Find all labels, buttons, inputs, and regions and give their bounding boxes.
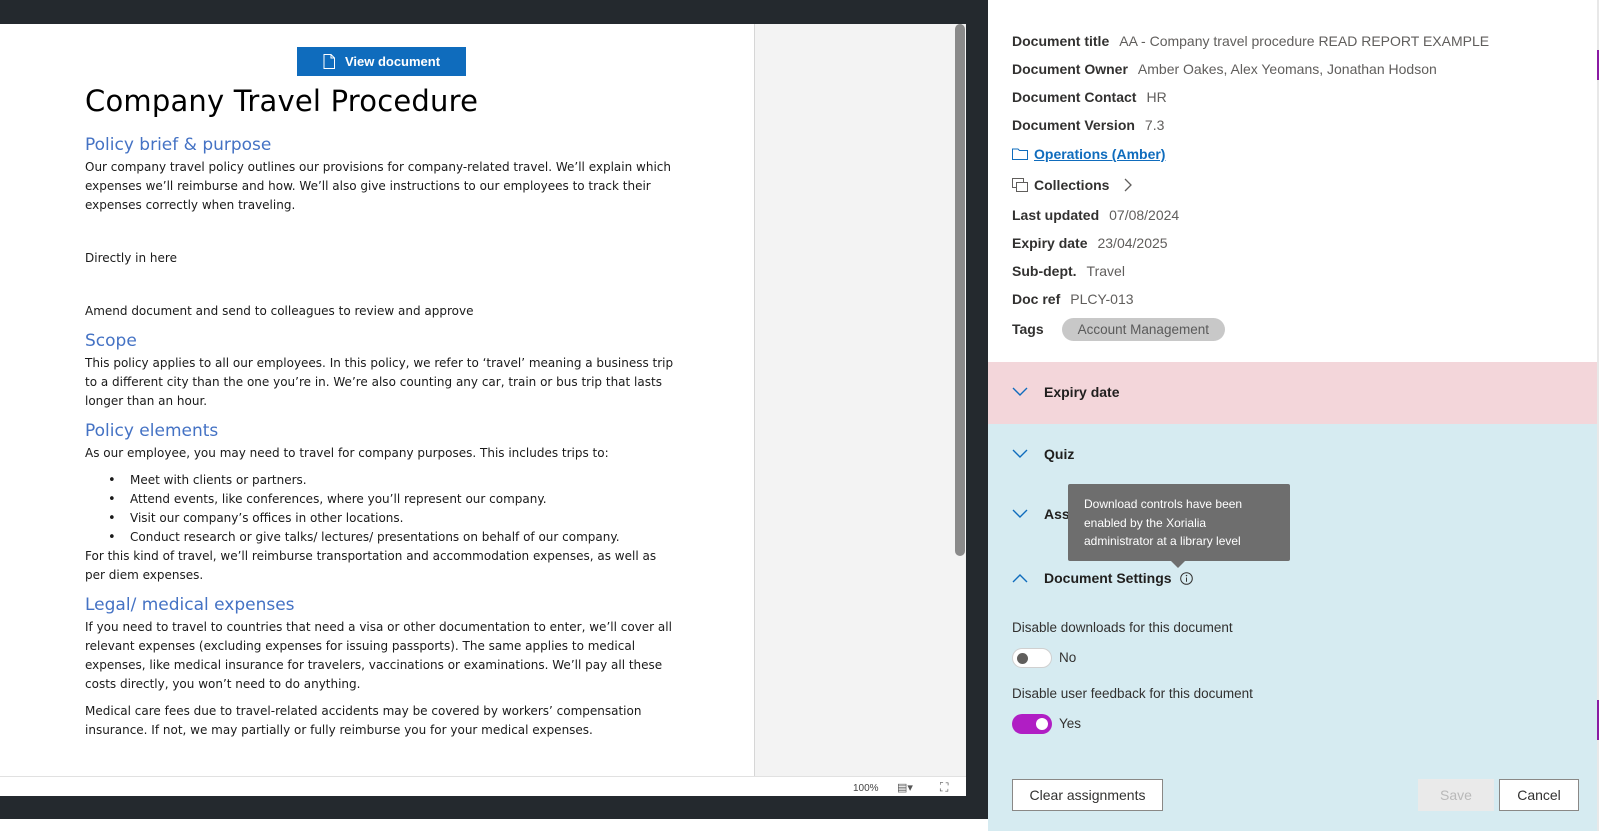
meta-value: Travel — [1086, 263, 1125, 279]
viewer-frame-edge — [966, 24, 988, 796]
list-item: Attend events, like conferences, where y… — [108, 490, 675, 509]
tag-pill[interactable]: Account Management — [1061, 317, 1225, 341]
meta-row-title: Document title AA - Company travel proce… — [1012, 27, 1572, 55]
chevron-down-icon — [1012, 387, 1028, 396]
viewer-top-bar — [0, 0, 988, 24]
toggle-knob — [1036, 718, 1048, 730]
meta-row-contact: Document Contact HR — [1012, 83, 1572, 111]
paragraph-reimburse: For this kind of travel, we’ll reimburse… — [85, 549, 657, 582]
meta-row-subdept: Sub-dept. Travel — [1012, 257, 1572, 285]
folder-icon — [1012, 148, 1028, 160]
quiz-accordion-header[interactable]: Quiz — [1012, 446, 1074, 462]
download-controls-tooltip: Download controls have been enabled by t… — [1068, 484, 1290, 561]
disable-feedback-value: Yes — [1059, 716, 1082, 731]
heading-policy-brief: Policy brief & purpose — [85, 135, 272, 155]
paragraph-legal: If you need to travel to countries that … — [85, 620, 672, 691]
disable-downloads-label: Disable downloads for this document — [1012, 620, 1233, 635]
document-settings-accordion-label: Document Settings — [1044, 570, 1172, 586]
bullet-list: Meet with clients or partners. Attend ev… — [108, 471, 675, 547]
meta-value: PLCY-013 — [1070, 291, 1134, 307]
toggle-knob — [1017, 653, 1028, 664]
disable-downloads-value: No — [1059, 650, 1077, 665]
meta-row-updated: Last updated 07/08/2024 — [1012, 201, 1572, 229]
heading-scope: Scope — [85, 331, 137, 351]
meta-key: Tags — [1012, 321, 1044, 337]
view-document-label: View document — [344, 54, 441, 69]
paragraph-policy-brief: Our company travel policy outlines our p… — [85, 160, 671, 212]
meta-value: AA - Company travel procedure READ REPOR… — [1119, 33, 1490, 49]
viewer-scrollbar-thumb[interactable] — [955, 24, 965, 556]
meta-key: Document Version — [1012, 117, 1135, 133]
meta-key: Last updated — [1012, 207, 1100, 223]
metadata-list: Document title AA - Company travel proce… — [1012, 27, 1572, 345]
viewer-status-bar: 100% ▤▾ ⛶ — [0, 776, 966, 796]
chevron-down-icon — [1012, 449, 1028, 458]
folder-link-row: Operations (Amber) — [1012, 139, 1572, 169]
collections-row[interactable]: Collections — [1012, 169, 1572, 201]
meta-value: 07/08/2024 — [1109, 207, 1180, 223]
paragraph-scope: This policy applies to all our employees… — [85, 356, 674, 408]
meta-row-owner: Document Owner Amber Oakes, Alex Yeomans… — [1012, 55, 1572, 83]
document-body: Company Travel Procedure Policy brief & … — [85, 84, 675, 740]
expiry-date-accordion-header[interactable]: Expiry date — [1012, 384, 1119, 400]
meta-row-expiry: Expiry date 23/04/2025 — [1012, 229, 1572, 257]
document-title: Company Travel Procedure — [85, 84, 479, 118]
expiry-date-section: Expiry date — [988, 362, 1597, 424]
info-icon[interactable] — [1179, 571, 1193, 585]
document-viewer: View document Company Travel Procedure P… — [0, 0, 988, 831]
clear-assignments-button[interactable]: Clear assignments — [1012, 779, 1163, 811]
zoom-level[interactable]: 100% — [853, 783, 879, 794]
view-document-button[interactable]: View document — [297, 47, 466, 76]
meta-row-tags: Tags Account Management — [1012, 313, 1572, 345]
list-item: Meet with clients or partners. — [108, 471, 675, 490]
meta-row-version: Document Version 7.3 — [1012, 111, 1572, 139]
paragraph-medical: Medical care fees due to travel-related … — [85, 704, 642, 737]
fit-to-page-icon[interactable]: ⛶ — [940, 780, 954, 794]
meta-key: Doc ref — [1012, 291, 1061, 307]
cancel-button[interactable]: Cancel — [1499, 779, 1579, 811]
paragraph-directly: Directly in here — [85, 251, 177, 265]
expiry-date-accordion-label: Expiry date — [1044, 384, 1120, 400]
chevron-down-icon — [1012, 509, 1028, 518]
meta-value: HR — [1146, 89, 1167, 105]
view-mode-icon[interactable]: ▤▾ — [897, 781, 913, 794]
folder-link[interactable]: Operations (Amber) — [1034, 146, 1165, 162]
heading-policy-elements: Policy elements — [85, 421, 219, 441]
meta-key: Document Owner — [1012, 61, 1128, 77]
document-page: View document Company Travel Procedure P… — [0, 24, 754, 776]
disable-downloads-toggle[interactable] — [1012, 648, 1052, 668]
meta-key: Sub-dept. — [1012, 263, 1077, 279]
viewer-gutter — [754, 24, 954, 776]
meta-value: 23/04/2025 — [1097, 235, 1168, 251]
meta-key: Document title — [1012, 33, 1110, 49]
meta-key: Expiry date — [1012, 235, 1088, 251]
document-icon — [323, 54, 335, 69]
chevron-right-icon — [1125, 178, 1133, 192]
paragraph-amend: Amend document and send to colleagues to… — [85, 304, 474, 318]
document-settings-accordion-header[interactable]: Document Settings — [1012, 570, 1193, 586]
viewer-bottom-bar — [0, 796, 988, 819]
tooltip-tail — [1171, 561, 1185, 568]
assignments-accordion-header[interactable]: Assi — [1012, 506, 1074, 522]
collections-label: Collections — [1034, 177, 1110, 193]
document-properties-panel: Document title AA - Company travel proce… — [988, 0, 1599, 831]
disable-feedback-label: Disable user feedback for this document — [1012, 686, 1253, 701]
chevron-up-icon — [1012, 574, 1028, 583]
meta-row-docref: Doc ref PLCY-013 — [1012, 285, 1572, 313]
save-button[interactable]: Save — [1418, 779, 1494, 811]
collections-icon — [1012, 178, 1028, 192]
heading-legal-medical: Legal/ medical expenses — [85, 595, 295, 615]
disable-feedback-toggle[interactable] — [1012, 714, 1052, 734]
list-item: Conduct research or give talks/ lectures… — [108, 528, 675, 547]
meta-value: 7.3 — [1144, 117, 1165, 133]
viewer-bottom-spacer — [0, 819, 988, 831]
meta-key: Document Contact — [1012, 89, 1137, 105]
meta-value: Amber Oakes, Alex Yeomans, Jonathan Hods… — [1137, 61, 1437, 77]
list-item: Visit our company’s offices in other loc… — [108, 509, 675, 528]
quiz-accordion-label: Quiz — [1044, 446, 1075, 462]
paragraph-policy-elements: As our employee, you may need to travel … — [85, 446, 609, 460]
